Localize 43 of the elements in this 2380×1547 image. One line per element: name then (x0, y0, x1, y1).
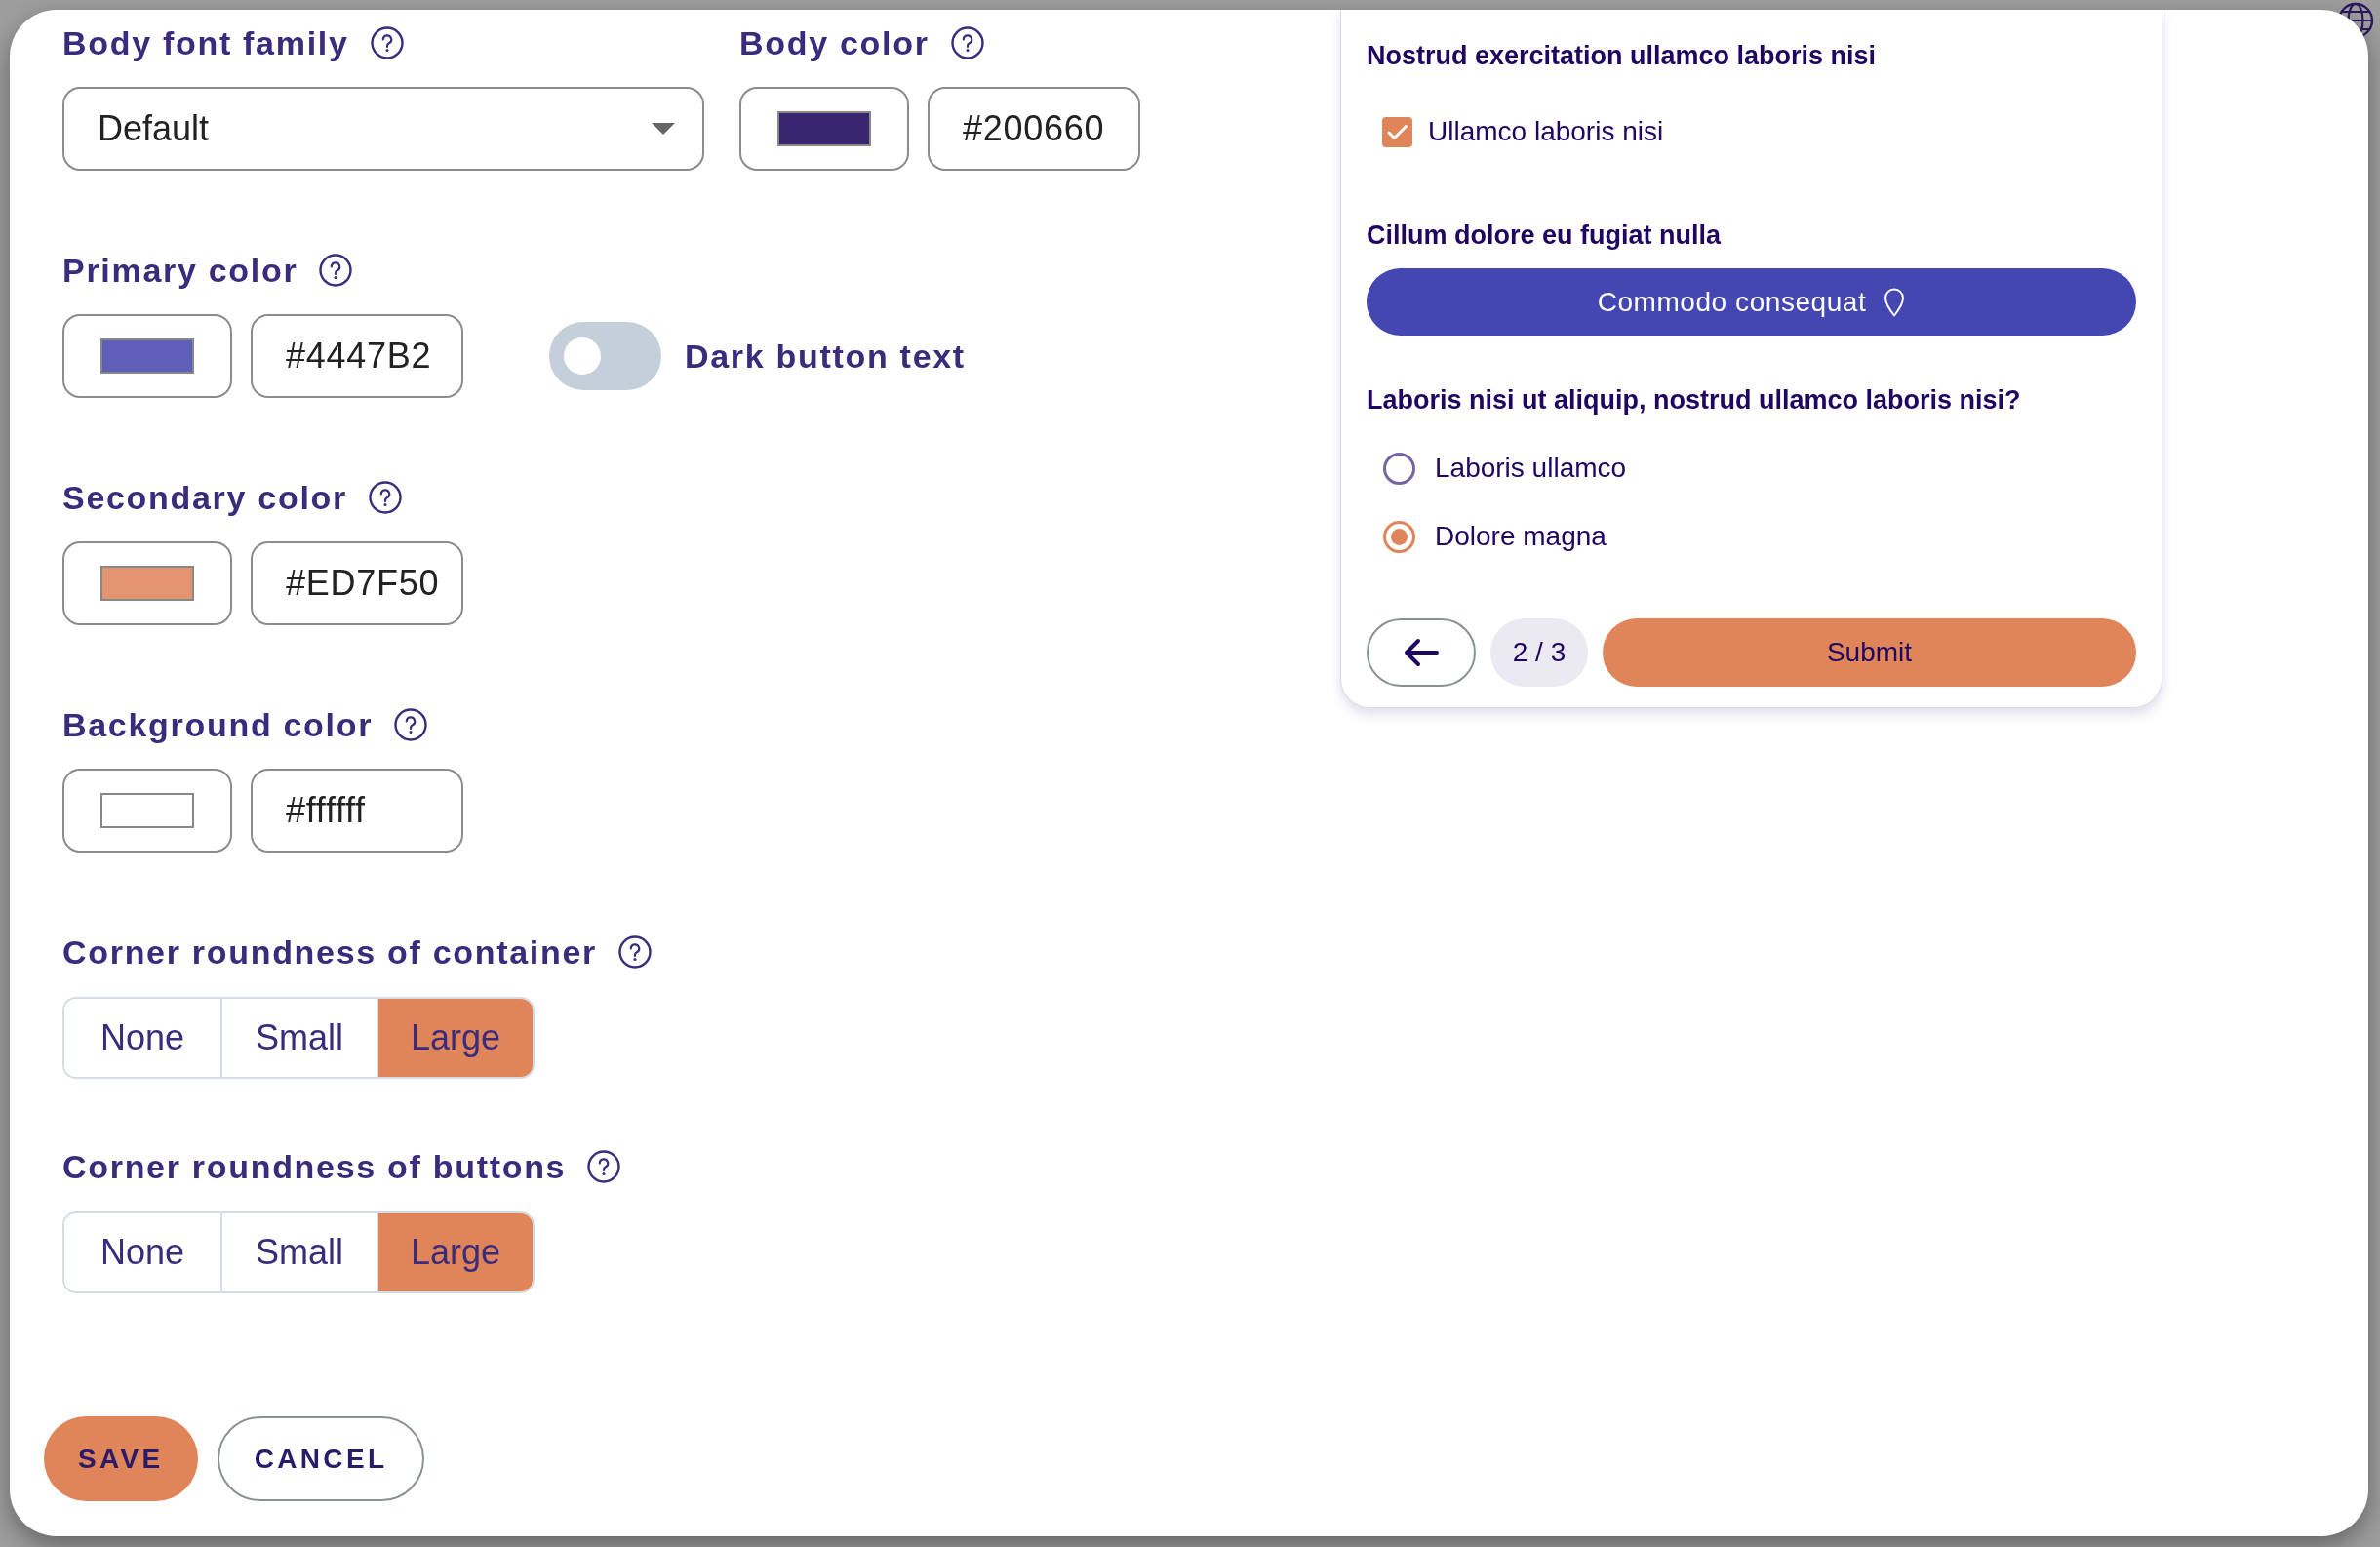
segment-option[interactable]: Large (377, 999, 533, 1077)
cancel-button[interactable]: CANCEL (217, 1416, 425, 1501)
question-heading: Cillum dolore eu fugiat nulla (1367, 219, 1723, 252)
color-picker[interactable] (739, 87, 909, 171)
color-picker[interactable] (62, 314, 232, 398)
help-icon[interactable] (950, 26, 984, 60)
submit-button[interactable]: Submit (1603, 618, 2136, 687)
question-heading: Nostrud exercitation ullamco laboris nisi (1367, 40, 1878, 72)
page-counter: 2 / 3 (1490, 618, 1588, 687)
color-picker[interactable] (62, 541, 232, 625)
field-label: Corner roundness of buttons (62, 1148, 567, 1185)
location-button[interactable]: Commodo consequat (1367, 268, 2136, 336)
color-picker[interactable] (62, 769, 232, 853)
help-icon[interactable] (394, 708, 428, 741)
field-label: Corner roundness of container (62, 933, 598, 971)
hex-input-field[interactable]: #4447B2 (251, 314, 463, 398)
hex-input-field[interactable]: #ffffff (251, 769, 463, 853)
help-icon[interactable] (618, 935, 653, 969)
field-label: Body color (739, 24, 930, 61)
field-label: Background color (62, 706, 374, 743)
hex-input-field[interactable]: #ED7F50 (251, 541, 463, 625)
field-label: Primary color (62, 252, 298, 289)
hex-input-field[interactable]: #200660 (928, 87, 1140, 171)
font-select[interactable]: Default (62, 87, 704, 171)
checkbox-label: Ullamco laboris nisi (1428, 115, 1664, 148)
radio-label: Laboris ullamco (1435, 452, 1627, 485)
toggle-label: Dark button text (685, 337, 966, 375)
caret-icon (652, 123, 675, 135)
field-label: Secondary color (62, 479, 347, 516)
save-button[interactable]: SAVE (44, 1416, 198, 1501)
radio-label: Dolore magna (1435, 520, 1606, 553)
help-icon[interactable] (587, 1150, 621, 1183)
question-heading: Laboris nisi ut aliquip, nostrud ullamco laboris nisi? (1367, 384, 2022, 416)
segment-option[interactable]: Large (377, 1213, 533, 1291)
map-pin-icon (1884, 287, 1906, 317)
checkbox[interactable] (1382, 116, 1412, 147)
field-label: Body font family (62, 24, 349, 61)
help-icon[interactable] (368, 481, 402, 514)
arrow-left-icon (1403, 638, 1440, 667)
radio-button[interactable] (1383, 452, 1415, 485)
radio-button[interactable] (1383, 520, 1415, 553)
help-icon[interactable] (319, 254, 353, 287)
help-icon[interactable] (370, 26, 404, 60)
